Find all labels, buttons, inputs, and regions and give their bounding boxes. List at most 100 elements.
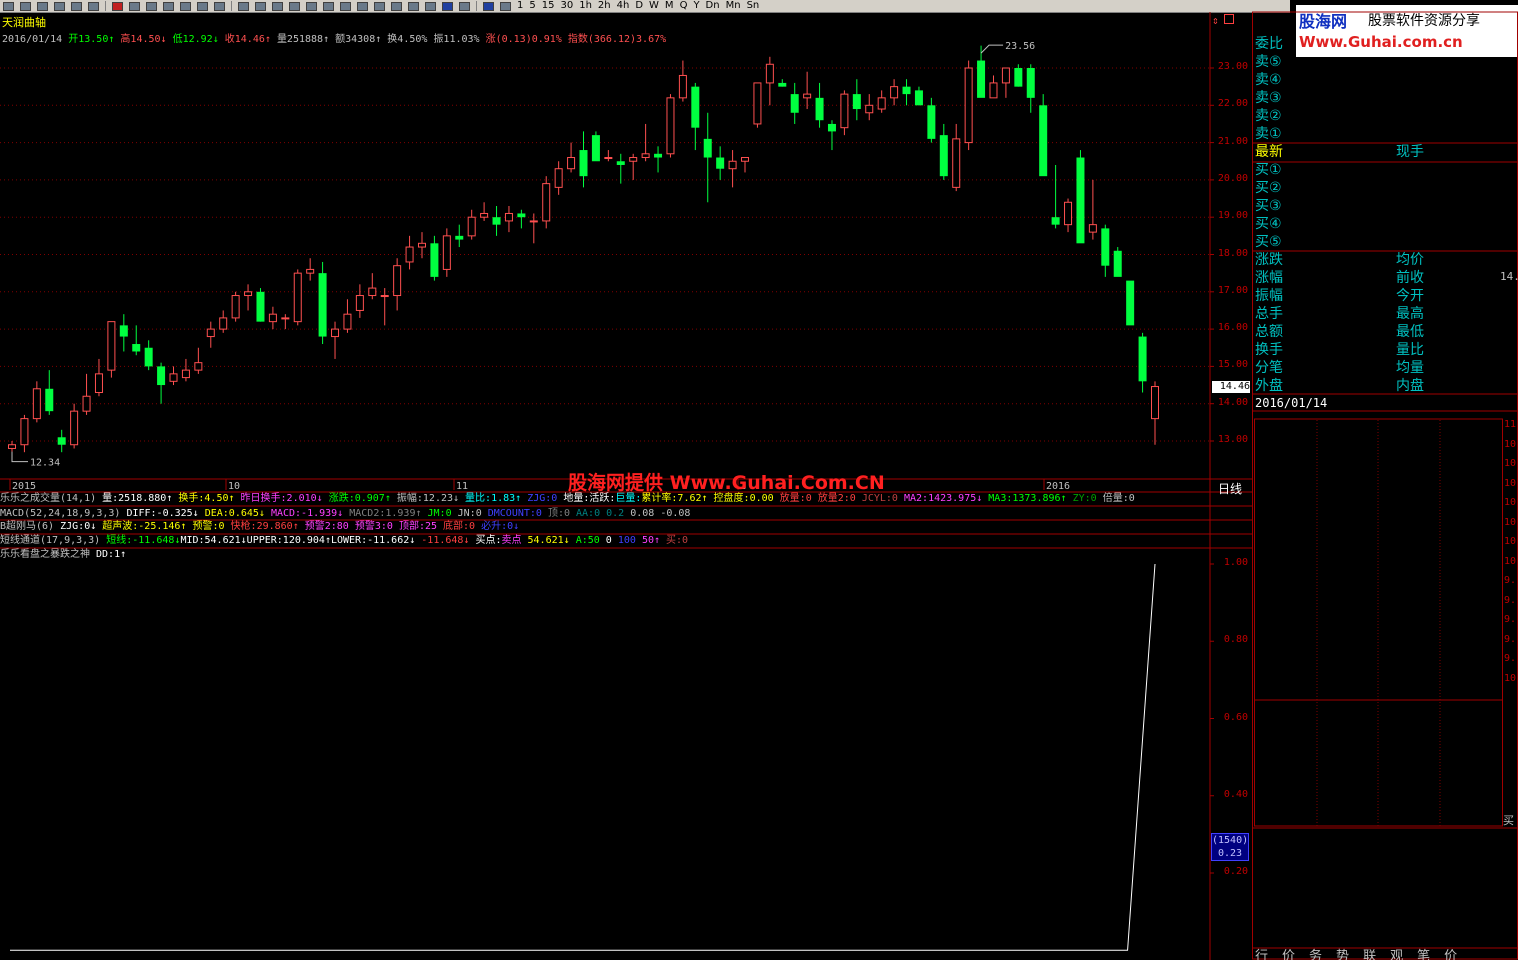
price-tick-label: 18.00: [1217, 247, 1248, 259]
candle-up: [765, 63, 774, 84]
panel-bottom-tabs: 行价务势联观笔价: [1255, 948, 1471, 960]
window-toggle-icon[interactable]: [1224, 14, 1234, 24]
panel-tab[interactable]: 价: [1444, 948, 1457, 960]
candle-up: [194, 362, 203, 371]
indicator-value: ZJG:0↓: [54, 521, 97, 532]
pin-icon[interactable]: ⇕: [1212, 14, 1219, 27]
candle-up: [281, 317, 290, 320]
high-annotation-line: [980, 44, 1004, 54]
panel-tab[interactable]: 联: [1363, 948, 1376, 960]
panel-date: 2016/01/14: [1255, 396, 1328, 410]
candle-up: [219, 317, 228, 330]
indicator-value: A:50: [569, 535, 600, 546]
stat-label: 今开: [1396, 288, 1424, 304]
panel-tab[interactable]: 价: [1282, 948, 1295, 960]
candle-up: [753, 82, 762, 125]
panel-tab[interactable]: 笔: [1417, 948, 1430, 960]
period-label: 日线: [1218, 482, 1243, 496]
stat-label: 最低: [1396, 324, 1424, 340]
candle-down: [591, 135, 600, 162]
price-tick-label: 19.00: [1217, 210, 1248, 222]
candle-down: [691, 86, 700, 128]
candle-down: [1051, 217, 1060, 225]
quote-panel-frame: [1252, 11, 1518, 960]
candle-down: [157, 366, 166, 386]
current-price-tag: 14.46: [1212, 380, 1250, 393]
candle-up: [865, 104, 874, 114]
candle-up: [206, 328, 215, 338]
indicator-value: MACD2:1.939↑: [343, 508, 422, 519]
candle-up: [641, 153, 650, 159]
candle-down: [1101, 228, 1110, 266]
price-tick-label: 23.00: [1217, 61, 1248, 72]
stat-label: 振幅: [1255, 288, 1283, 304]
candle-down: [815, 97, 824, 121]
candle-down: [1126, 280, 1135, 326]
panel-tab[interactable]: 务: [1309, 948, 1322, 960]
candle-down: [57, 437, 66, 445]
candle-down: [654, 153, 663, 158]
panel-tab[interactable]: 行: [1255, 948, 1268, 960]
candle-down: [144, 347, 153, 367]
candle-up: [1001, 67, 1010, 84]
indicator-value: MID:54.621↓: [180, 535, 247, 546]
indicator-value: 0.08: [624, 508, 655, 519]
candle-up: [952, 138, 961, 188]
indicator-value: 底部:0: [437, 521, 476, 532]
stat-label: 量比: [1396, 342, 1424, 358]
price-tick-label: 16.00: [1217, 322, 1248, 334]
indicator-value: -11.648↓: [415, 535, 470, 546]
indicator-value: JN:0: [451, 508, 482, 519]
indicator-value: 振幅:12.23↓: [390, 493, 460, 504]
indicator-value: 倍量:0: [1096, 493, 1135, 504]
time-tick-label: 10: [228, 481, 240, 492]
candle-up: [1151, 386, 1159, 420]
indicator-value: 累计率:7.62↑: [641, 493, 708, 504]
candle-up: [244, 291, 253, 297]
candle-up: [504, 212, 513, 222]
buy-level-label: 买②: [1255, 180, 1282, 196]
candle-up: [293, 272, 302, 323]
low-annotation: 12.34: [30, 458, 60, 469]
candle-down: [616, 161, 625, 165]
xianshou-label: 现手: [1396, 144, 1424, 160]
candle-down: [939, 135, 948, 177]
indicator-value: 放量2:0: [811, 493, 856, 504]
time-tick-label: 11: [456, 481, 468, 492]
stat-label: 外盘: [1255, 378, 1283, 394]
mini-axis-label: 10: [1504, 458, 1517, 469]
sell-level-label: 卖②: [1255, 108, 1282, 124]
candle-up: [728, 160, 737, 170]
candle-up: [803, 93, 812, 99]
panel-tab[interactable]: 观: [1390, 948, 1403, 960]
weibi-label: 委比: [1255, 36, 1283, 52]
indicator-value: 放量:0: [773, 493, 812, 504]
mini-axis-label: 10: [1504, 477, 1517, 489]
candle-down: [45, 388, 54, 412]
indicator-bchao: B超刚马(6) ZJG:0↓ 超声波:-25.146↑ 预警:0 快枪:29.8…: [0, 520, 519, 534]
candle-up: [989, 82, 998, 99]
indicator-value: MA2:1423.975↓: [897, 493, 983, 504]
mini-axis-label: 9.: [1504, 594, 1517, 606]
indicator-tick-label: 0.40: [1223, 788, 1248, 800]
indicator-value: 乐乐看盘之暴跌之神: [0, 549, 90, 560]
indicator-value-tag: (1540) 0.23: [1211, 833, 1249, 861]
panel-tab[interactable]: 势: [1336, 948, 1349, 960]
candle-up: [480, 212, 489, 218]
candle-down: [430, 243, 439, 277]
indicator-value: 快枪:29.860↑: [224, 521, 299, 532]
indicator-value: DD:1↑: [90, 549, 127, 560]
time-tick-label: 2016: [1046, 481, 1070, 492]
candle-down: [1039, 105, 1048, 177]
indicator-value: 买点:: [469, 535, 502, 546]
indicator-tick-label: 1.00: [1223, 557, 1248, 568]
candle-down: [703, 138, 712, 158]
candle-up: [877, 97, 886, 110]
indicator-value: 0: [599, 535, 612, 546]
candle-up: [604, 157, 613, 160]
sell-level-label: 卖③: [1255, 90, 1282, 106]
indicator-value: JM:0: [421, 508, 452, 519]
mini-axis-label: 9.: [1504, 614, 1517, 625]
indicator-value: DIFF:-0.325↓: [120, 508, 199, 519]
indicator-value: 换手:4.50↑: [172, 493, 235, 504]
